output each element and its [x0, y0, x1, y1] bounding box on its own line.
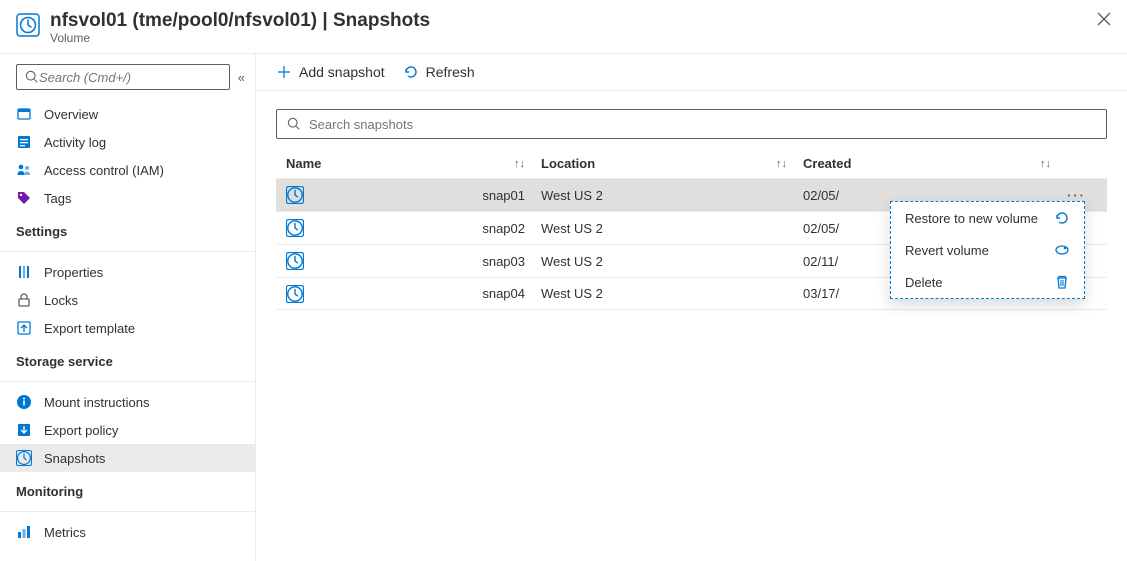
page-subtitle: Volume	[50, 31, 1111, 45]
sidebar-item-access-control[interactable]: Access control (IAM)	[0, 156, 255, 184]
sidebar-item-metrics[interactable]: Metrics	[0, 518, 255, 546]
volume-snapshot-icon	[16, 13, 40, 37]
sort-icon: ↑↓	[776, 158, 787, 170]
snapshots-icon	[16, 450, 32, 466]
search-icon	[287, 117, 301, 131]
sidebar-label: Snapshots	[44, 451, 105, 466]
snapshot-location: West US 2	[541, 254, 803, 269]
sidebar-item-export-template[interactable]: Export template	[0, 314, 255, 342]
sidebar-item-snapshots[interactable]: Snapshots	[0, 444, 255, 472]
export-policy-icon	[16, 422, 32, 438]
snapshot-icon	[286, 219, 304, 237]
metrics-icon	[16, 524, 32, 540]
snapshot-icon	[286, 252, 304, 270]
sidebar-label: Export policy	[44, 423, 118, 438]
page-title: nfsvol01 (tme/pool0/nfsvol01) | Snapshot…	[50, 10, 1111, 32]
sidebar-item-mount[interactable]: Mount instructions	[0, 388, 255, 416]
sidebar-label: Activity log	[44, 135, 106, 150]
sidebar-item-properties[interactable]: Properties	[0, 258, 255, 286]
sidebar-item-activity-log[interactable]: Activity log	[0, 128, 255, 156]
sidebar: « Overview Activity log Access control (…	[0, 54, 256, 561]
add-snapshot-button[interactable]: Add snapshot	[276, 64, 385, 80]
restore-icon	[1054, 210, 1070, 226]
sidebar-label: Access control (IAM)	[44, 163, 164, 178]
section-header-storage: Storage service	[0, 342, 255, 375]
export-template-icon	[16, 320, 32, 336]
snapshot-name: snap04	[482, 286, 525, 301]
sidebar-label: Overview	[44, 107, 98, 122]
sort-icon: ↑↓	[514, 158, 525, 170]
context-delete[interactable]: Delete	[891, 266, 1084, 298]
context-restore[interactable]: Restore to new volume	[891, 202, 1084, 234]
revert-icon	[1054, 242, 1070, 258]
toolbar: Add snapshot Refresh	[256, 54, 1127, 91]
overview-icon	[16, 106, 32, 122]
properties-icon	[16, 264, 32, 280]
sidebar-label: Properties	[44, 265, 103, 280]
context-label: Revert volume	[905, 243, 989, 258]
main-content: Add snapshot Refresh Name ↑↓	[256, 54, 1127, 561]
table-header: Name ↑↓ Location ↑↓ Created ↑↓	[276, 149, 1107, 178]
snapshot-location: West US 2	[541, 188, 803, 203]
column-header-location[interactable]: Location ↑↓	[541, 156, 803, 171]
collapse-sidebar-icon[interactable]: «	[238, 70, 245, 85]
column-header-name[interactable]: Name ↑↓	[286, 156, 541, 171]
section-header-settings: Settings	[0, 212, 255, 245]
delete-icon	[1054, 274, 1070, 290]
sidebar-label: Metrics	[44, 525, 86, 540]
sidebar-search[interactable]	[16, 64, 230, 90]
context-label: Delete	[905, 275, 943, 290]
activity-log-icon	[16, 134, 32, 150]
lock-icon	[16, 292, 32, 308]
toolbar-label: Refresh	[426, 64, 475, 80]
snapshot-location: West US 2	[541, 286, 803, 301]
context-revert[interactable]: Revert volume	[891, 234, 1084, 266]
section-header-monitoring: Monitoring	[0, 472, 255, 505]
close-button[interactable]	[1097, 12, 1111, 26]
column-header-created[interactable]: Created ↑↓	[803, 156, 1067, 171]
snapshot-icon	[286, 285, 304, 303]
refresh-button[interactable]: Refresh	[403, 64, 475, 80]
snapshot-name: snap03	[482, 254, 525, 269]
header-text: nfsvol01 (tme/pool0/nfsvol01) | Snapshot…	[50, 10, 1111, 45]
sidebar-item-tags[interactable]: Tags	[0, 184, 255, 212]
context-label: Restore to new volume	[905, 211, 1038, 226]
sidebar-item-locks[interactable]: Locks	[0, 286, 255, 314]
tags-icon	[16, 190, 32, 206]
sidebar-label: Tags	[44, 191, 71, 206]
sidebar-label: Mount instructions	[44, 395, 150, 410]
toolbar-label: Add snapshot	[299, 64, 385, 80]
info-icon	[16, 394, 32, 410]
snapshot-name: snap01	[482, 188, 525, 203]
snapshot-location: West US 2	[541, 221, 803, 236]
sidebar-label: Locks	[44, 293, 78, 308]
search-snapshots[interactable]	[276, 109, 1107, 139]
plus-icon	[276, 64, 292, 80]
sidebar-item-overview[interactable]: Overview	[0, 100, 255, 128]
search-snapshots-input[interactable]	[309, 117, 1096, 132]
snapshot-icon	[286, 186, 304, 204]
sidebar-search-input[interactable]	[39, 70, 221, 85]
sidebar-label: Export template	[44, 321, 135, 336]
search-icon	[25, 70, 39, 84]
access-control-icon	[16, 162, 32, 178]
separator	[0, 511, 255, 512]
sidebar-item-export-policy[interactable]: Export policy	[0, 416, 255, 444]
page-header: nfsvol01 (tme/pool0/nfsvol01) | Snapshot…	[0, 0, 1127, 54]
separator	[0, 381, 255, 382]
refresh-icon	[403, 64, 419, 80]
separator	[0, 251, 255, 252]
snapshot-name: snap02	[482, 221, 525, 236]
sort-icon: ↑↓	[1040, 158, 1051, 170]
context-menu: Restore to new volume Revert volume Dele…	[890, 201, 1085, 299]
